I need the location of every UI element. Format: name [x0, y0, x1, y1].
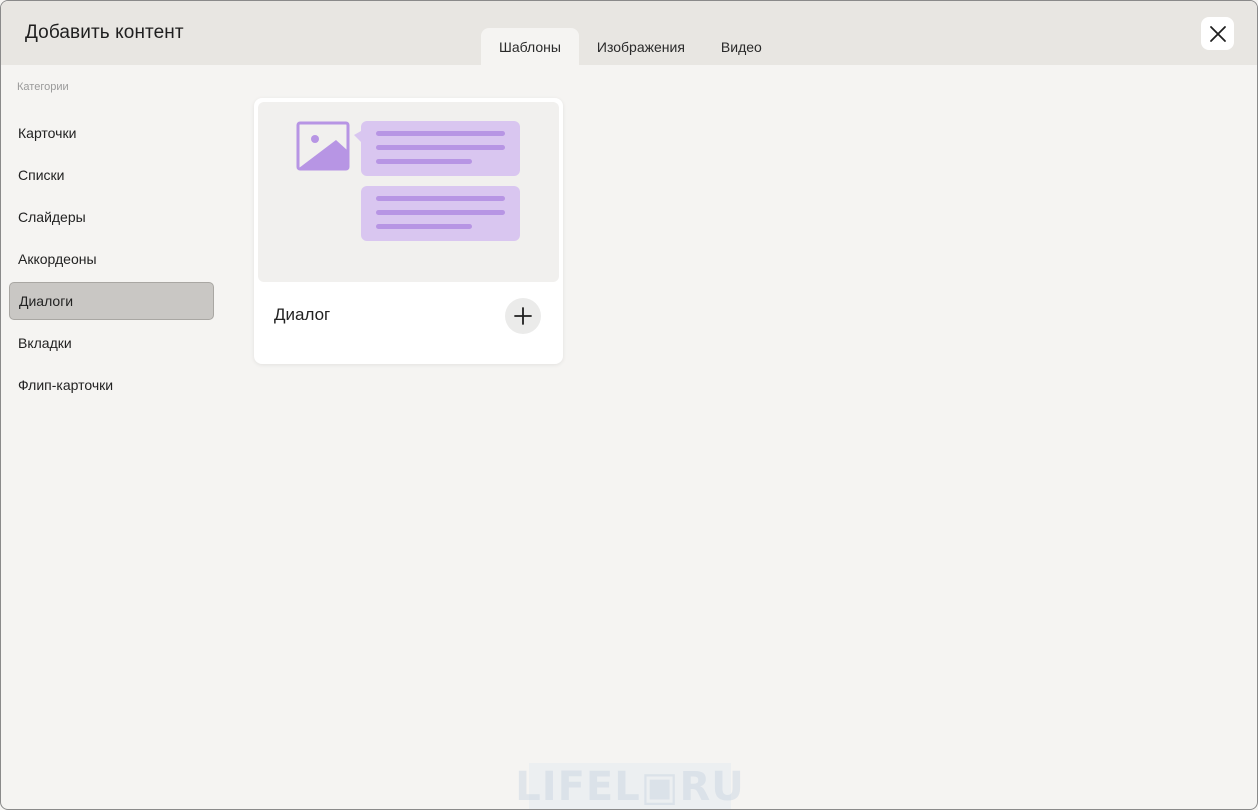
template-card-dialog[interactable]: Диалог — [254, 98, 563, 364]
dialog-illustration-icon — [296, 121, 520, 241]
add-content-dialog: Добавить контент Шаблоны Изображения Вид… — [0, 0, 1258, 810]
template-title: Диалог — [274, 305, 331, 324]
watermark-logo: LIFEL▣RU — [515, 763, 745, 810]
dialog-header: Добавить контент Шаблоны Изображения Вид… — [1, 1, 1257, 65]
sidebar-item-flip-cards[interactable]: Флип-карточки — [9, 366, 214, 404]
content-tabs: Шаблоны Изображения Видео — [481, 28, 780, 65]
tab-video[interactable]: Видео — [703, 28, 780, 65]
tab-templates[interactable]: Шаблоны — [481, 28, 579, 65]
sidebar-item-tabs[interactable]: Вкладки — [9, 324, 214, 362]
template-preview — [258, 102, 559, 282]
add-template-button[interactable] — [505, 298, 541, 334]
sidebar-heading: Категории — [17, 81, 69, 93]
dialog-title: Добавить контент — [25, 22, 184, 43]
sidebar-item-cards[interactable]: Карточки — [9, 114, 214, 152]
sidebar-item-sliders[interactable]: Слайдеры — [9, 198, 214, 236]
tab-images[interactable]: Изображения — [579, 28, 703, 65]
sidebar-item-dialogs[interactable]: Диалоги — [9, 282, 214, 320]
sidebar-item-lists[interactable]: Списки — [9, 156, 214, 194]
sidebar-item-accordions[interactable]: Аккордеоны — [9, 240, 214, 278]
close-button[interactable] — [1201, 17, 1234, 50]
close-icon — [1209, 25, 1226, 42]
plus-icon — [514, 307, 532, 325]
